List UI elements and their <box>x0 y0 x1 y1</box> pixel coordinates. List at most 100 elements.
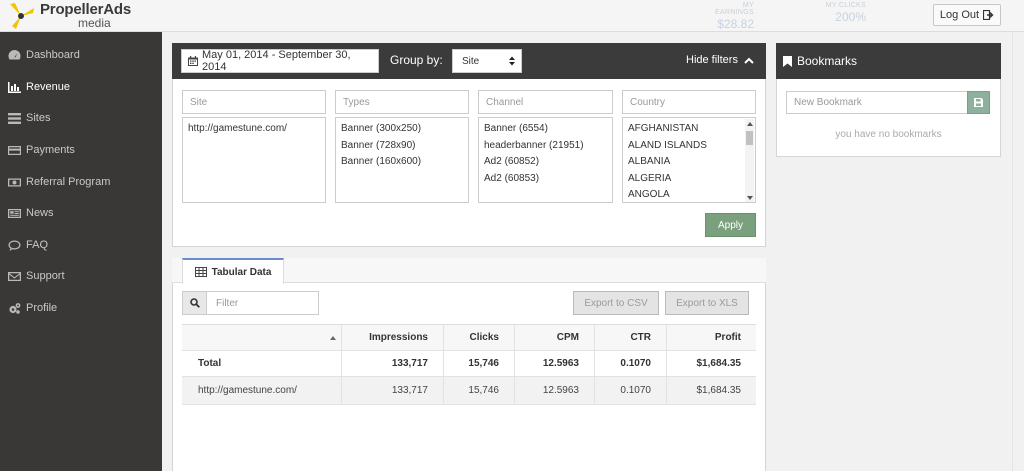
country-list-scrollbar[interactable] <box>745 119 754 202</box>
tab-label: Tabular Data <box>211 266 272 278</box>
stat-label: MY CLICKS <box>825 2 866 9</box>
table-row[interactable]: http://gamestune.com/ 133,717 15,746 12.… <box>182 377 756 405</box>
new-bookmark-input[interactable]: New Bookmark <box>786 91 968 114</box>
channel-filter-input[interactable]: Channel <box>478 90 613 114</box>
list-item[interactable]: Ad2 (60853) <box>484 171 607 188</box>
list-item[interactable]: Banner (728x90) <box>341 138 463 155</box>
sidebar-item-revenue[interactable]: Revenue <box>0 75 162 99</box>
search-icon <box>189 298 200 308</box>
sidebar-item-label: News <box>26 207 54 219</box>
scroll-thumb[interactable] <box>746 131 753 145</box>
total-clicks: 15,746 <box>444 351 515 376</box>
country-filter-placeholder: Country <box>630 96 666 108</box>
comment-icon <box>8 240 21 251</box>
sidebar-item-profile[interactable]: Profile <box>0 296 162 320</box>
logout-button[interactable]: Log Out <box>933 4 1001 26</box>
column-header-impressions[interactable]: Impressions <box>342 325 444 350</box>
list-item[interactable]: ALAND ISLANDS <box>628 138 750 155</box>
list-item[interactable]: ANGOLA <box>628 187 750 202</box>
row-clicks: 15,746 <box>444 377 515 404</box>
list-item[interactable]: ALBANIA <box>628 154 750 171</box>
sidebar-item-referral-program[interactable]: Referral Program <box>0 170 162 194</box>
date-range-value: May 01, 2014 - September 30, 2014 <box>202 49 351 73</box>
chevron-up-icon <box>744 57 754 64</box>
table-filter-input[interactable]: Filter <box>206 291 319 315</box>
calendar-icon <box>188 56 198 66</box>
header-stat-earnings: MY EARNINGS $28.82 <box>708 2 754 31</box>
apply-button[interactable]: Apply <box>705 213 756 237</box>
sidebar-item-dashboard[interactable]: Dashboard <box>0 43 162 67</box>
search-button[interactable] <box>182 291 207 315</box>
sidebar-item-label: Dashboard <box>26 49 80 61</box>
export-xls-button[interactable]: Export to XLS <box>665 291 749 315</box>
save-bookmark-button[interactable] <box>967 91 990 114</box>
envelope-icon <box>8 271 21 281</box>
list-item[interactable]: ALGERIA <box>628 171 750 188</box>
site-filter-input[interactable]: Site <box>182 90 326 114</box>
sidebar-item-label: Payments <box>26 144 75 156</box>
country-filter-input[interactable]: Country <box>622 90 756 114</box>
date-range-picker[interactable]: May 01, 2014 - September 30, 2014 <box>181 49 379 73</box>
list-item[interactable]: Banner (160x600) <box>341 154 463 171</box>
table-total-row: Total 133,717 15,746 12.5963 0.1070 $1,6… <box>182 351 756 377</box>
sidebar-item-sites[interactable]: Sites <box>0 106 162 130</box>
stat-label: MY EARNINGS <box>715 2 754 16</box>
list-item[interactable]: Banner (6554) <box>484 121 607 138</box>
sidebar-item-label: Revenue <box>26 81 71 93</box>
column-header-cpm[interactable]: CPM <box>515 325 595 350</box>
row-ctr: 0.1070 <box>595 377 667 404</box>
channel-filter-list[interactable]: Banner (6554) headerbanner (21951) Ad2 (… <box>478 117 613 203</box>
list-icon <box>8 112 21 124</box>
sidebar-item-news[interactable]: News <box>0 201 162 225</box>
list-item[interactable]: AFGHANISTAN <box>628 121 750 138</box>
row-profit: $1,684.35 <box>696 385 742 396</box>
page-scrollbar-track[interactable] <box>1012 32 1024 471</box>
table-icon <box>194 267 207 277</box>
filters-header: May 01, 2014 - September 30, 2014 Group … <box>172 43 766 79</box>
site-filter-placeholder: Site <box>190 96 208 108</box>
gears-icon <box>9 302 21 314</box>
sidebar-item-faq[interactable]: FAQ <box>0 233 162 257</box>
country-filter-list[interactable]: AFGHANISTAN ALAND ISLANDS ALBANIA ALGERI… <box>622 117 756 203</box>
tab-tabular-data[interactable]: Tabular Data <box>182 258 284 284</box>
filter-placeholder: Filter <box>216 297 239 309</box>
sidebar-item-support[interactable]: Support <box>0 264 162 288</box>
hide-filters-toggle[interactable]: Hide filters <box>686 54 754 66</box>
types-filter-input[interactable]: Types <box>335 90 469 114</box>
row-impressions: 133,717 <box>342 377 444 404</box>
types-filter-list[interactable]: Banner (300x250) Banner (728x90) Banner … <box>335 117 469 203</box>
sidebar-item-label: Referral Program <box>26 176 111 188</box>
total-impressions: 133,717 <box>342 351 444 376</box>
scroll-down-arrow-icon[interactable] <box>747 196 753 200</box>
list-item[interactable]: Ad2 (60852) <box>484 154 607 171</box>
column-header-clicks[interactable]: Clicks <box>444 325 515 350</box>
no-bookmarks-text: you have no bookmarks <box>835 129 942 140</box>
column-header-profit[interactable]: Profit <box>667 325 756 350</box>
sidebar-item-label: FAQ <box>26 239 49 251</box>
export-csv-button[interactable]: Export to CSV <box>573 291 659 315</box>
newspaper-icon <box>8 208 21 218</box>
row-site: http://gamestune.com/ <box>182 377 342 404</box>
top-header: PropellerAds media MY EARNINGS $28.82 MY… <box>0 0 1024 32</box>
list-item[interactable]: Banner (300x250) <box>341 121 463 138</box>
credit-card-icon <box>8 145 21 155</box>
total-profit: $1,684.35 <box>696 358 742 369</box>
site-filter-list[interactable]: http://gamestune.com/ <box>182 117 326 203</box>
column-header-ctr[interactable]: CTR <box>595 325 667 350</box>
stat-value: $28.82 <box>717 17 754 31</box>
select-arrows-icon <box>509 56 515 66</box>
column-header-name[interactable] <box>182 325 342 350</box>
channel-filter-placeholder: Channel <box>486 96 524 108</box>
list-item[interactable]: headerbanner (21951) <box>484 138 607 155</box>
scroll-up-arrow-icon[interactable] <box>747 122 753 126</box>
sidebar-item-payments[interactable]: Payments <box>0 138 162 162</box>
list-item[interactable]: http://gamestune.com/ <box>188 121 320 138</box>
bookmarks-header: Bookmarks <box>776 43 1001 79</box>
sign-out-icon <box>983 10 994 20</box>
table-header-row: Impressions Clicks CPM CTR Profit <box>182 324 756 351</box>
stat-value: 200% <box>835 10 866 24</box>
group-by-select[interactable]: Site <box>452 49 522 73</box>
sort-up-icon[interactable] <box>330 335 336 340</box>
total-ctr: 0.1070 <box>595 351 667 376</box>
logo[interactable]: PropellerAds media <box>6 1 146 31</box>
